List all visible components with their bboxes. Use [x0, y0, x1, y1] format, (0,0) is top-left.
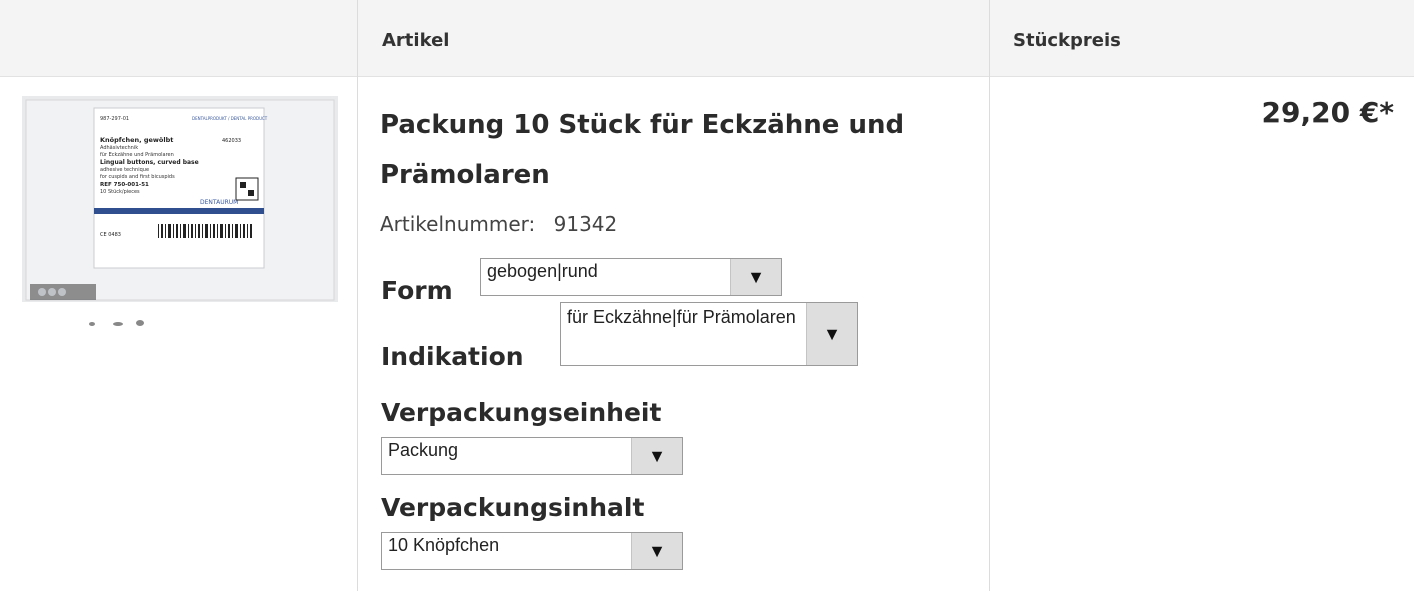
form-select[interactable]: gebogen|rund ▼: [480, 258, 782, 296]
header-article: Artikel: [382, 30, 450, 51]
column-divider: [989, 0, 990, 591]
form-select-value: gebogen|rund: [487, 261, 598, 281]
indication-label: Indikation: [381, 342, 524, 371]
header-price: Stückpreis: [1013, 30, 1121, 51]
product-image[interactable]: 987-297-01 DENTALPRODUKT / DENTAL PRODUC…: [22, 96, 338, 330]
svg-text:Knöpfchen, gewölbt: Knöpfchen, gewölbt: [100, 136, 173, 144]
svg-text:CE 0483: CE 0483: [100, 232, 121, 238]
svg-text:987-297-01: 987-297-01: [100, 116, 129, 122]
chevron-down-icon[interactable]: ▼: [631, 438, 682, 474]
content-label: Verpackungsinhalt: [381, 493, 645, 522]
content-select-value: 10 Knöpfchen: [388, 535, 500, 555]
unit-label: Verpackungseinheit: [381, 398, 662, 427]
article-number-value: 91342: [553, 212, 618, 236]
svg-text:DENTALPRODUKT / DENTAL PRODUCT: DENTALPRODUKT / DENTAL PRODUCT: [192, 116, 268, 121]
product-title: Packung 10 Stück für Eckzähne und Prämol…: [380, 110, 905, 190]
svg-text:Adhäsivtechnik: Adhäsivtechnik: [100, 145, 138, 151]
form-label: Form: [381, 276, 453, 305]
unit-select-value: Packung: [388, 440, 459, 460]
unit-select[interactable]: Packung ▼: [381, 437, 683, 475]
chevron-down-icon[interactable]: ▼: [806, 303, 857, 365]
indication-select[interactable]: für Eckzähne|für Prämolaren ▼: [560, 302, 858, 366]
table-header-row: Artikel Stückpreis: [0, 0, 1414, 77]
svg-text:REF 750-001-51: REF 750-001-51: [100, 182, 149, 188]
svg-text:10 Stück/pieces: 10 Stück/pieces: [100, 189, 140, 195]
chevron-down-icon[interactable]: ▼: [730, 259, 781, 295]
svg-text:DENTAURUM: DENTAURUM: [200, 199, 238, 206]
svg-text:Lingual buttons, curved base: Lingual buttons, curved base: [100, 159, 199, 166]
svg-text:für Eckzähne und Prämolaren: für Eckzähne und Prämolaren: [100, 152, 174, 158]
product-table: Artikel Stückpreis 987-297-01 DENTALPROD…: [0, 0, 1414, 591]
article-number-label: Artikelnummer:: [380, 212, 536, 236]
indication-select-value: für Eckzähne|für Prämolaren: [567, 307, 796, 327]
svg-text:462033: 462033: [222, 138, 241, 144]
svg-text:adhesive technique: adhesive technique: [100, 167, 149, 173]
svg-text:for cuspids and first bicuspid: for cuspids and first bicuspids: [100, 174, 175, 180]
article-number-row: Artikelnummer: 91342: [380, 212, 617, 236]
column-divider: [357, 0, 358, 591]
unit-price: 29,20 €*: [1261, 96, 1394, 129]
content-select[interactable]: 10 Knöpfchen ▼: [381, 532, 683, 570]
chevron-down-icon[interactable]: ▼: [631, 533, 682, 569]
